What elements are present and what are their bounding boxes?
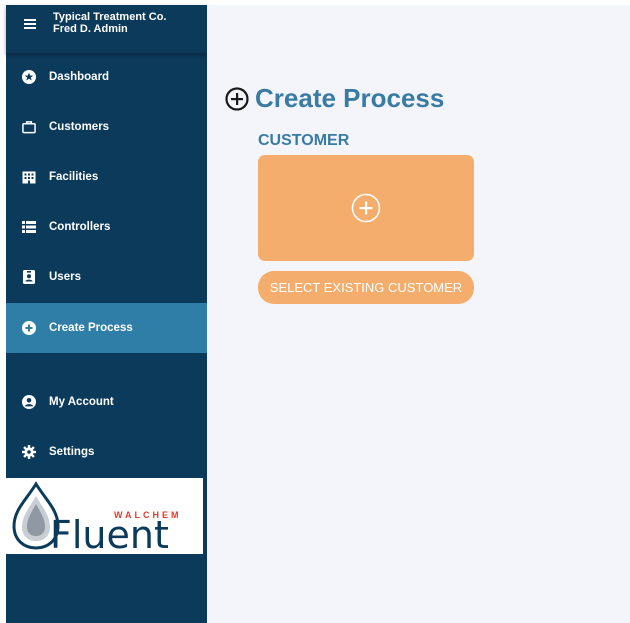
sidebar-item-label: Users bbox=[49, 271, 81, 283]
sidebar-item-my-account[interactable]: My Account bbox=[6, 377, 207, 427]
sidebar-item-users[interactable]: Users bbox=[6, 252, 207, 302]
logo-brand-main: Fluent bbox=[50, 513, 169, 554]
sidebar-item-label: Controllers bbox=[49, 221, 111, 233]
building-icon bbox=[22, 170, 36, 184]
section-label-customer: CUSTOMER bbox=[258, 132, 350, 149]
hamburger-menu-icon[interactable] bbox=[24, 19, 36, 31]
app-frame: Typical Treatment Co. Fred D. Admin Dash… bbox=[6, 5, 630, 623]
main-content: Create Process CUSTOMER SELECT EXISTING … bbox=[207, 5, 630, 623]
account-info: Typical Treatment Co. Fred D. Admin bbox=[53, 11, 167, 35]
user-name: Fred D. Admin bbox=[53, 23, 128, 35]
org-name: Typical Treatment Co. bbox=[53, 11, 167, 23]
sidebar-item-facilities[interactable]: Facilities bbox=[6, 152, 207, 202]
sidebar-item-label: Facilities bbox=[49, 171, 99, 183]
add-customer-card[interactable] bbox=[258, 155, 474, 261]
sidebar-item-label: Dashboard bbox=[49, 71, 110, 83]
sidebar-item-customers[interactable]: Customers bbox=[6, 102, 207, 152]
sidebar-item-label: Create Process bbox=[49, 322, 133, 334]
sidebar-item-label: Customers bbox=[49, 121, 110, 133]
page-title: Create Process bbox=[255, 83, 445, 113]
gear-icon bbox=[22, 445, 36, 459]
title-row: Create Process bbox=[225, 83, 444, 114]
select-existing-customer-button[interactable]: SELECT EXISTING CUSTOMER bbox=[258, 271, 474, 304]
plus-circle-icon bbox=[22, 321, 36, 335]
briefcase-icon bbox=[22, 120, 36, 134]
id-badge-icon bbox=[22, 270, 36, 284]
walchem-fluent-logo: WALCHEM Fluent bbox=[6, 478, 203, 557]
sidebar-header: Typical Treatment Co. Fred D. Admin bbox=[6, 5, 207, 53]
sidebar: Typical Treatment Co. Fred D. Admin Dash… bbox=[6, 5, 218, 623]
sidebar-item-dashboard[interactable]: Dashboard bbox=[6, 52, 207, 102]
sidebar-item-label: Settings bbox=[49, 446, 95, 458]
sidebar-item-create-process[interactable]: Create Process bbox=[6, 303, 207, 353]
sidebar-item-settings[interactable]: Settings bbox=[6, 427, 207, 477]
star-circle-icon bbox=[22, 70, 36, 84]
user-circle-icon bbox=[22, 395, 36, 409]
sidebar-item-controllers[interactable]: Controllers bbox=[6, 202, 207, 252]
list-icon bbox=[22, 220, 36, 234]
add-circle-icon bbox=[351, 193, 381, 223]
sidebar-item-label: My Account bbox=[49, 396, 114, 408]
plus-circle-icon bbox=[225, 86, 249, 111]
